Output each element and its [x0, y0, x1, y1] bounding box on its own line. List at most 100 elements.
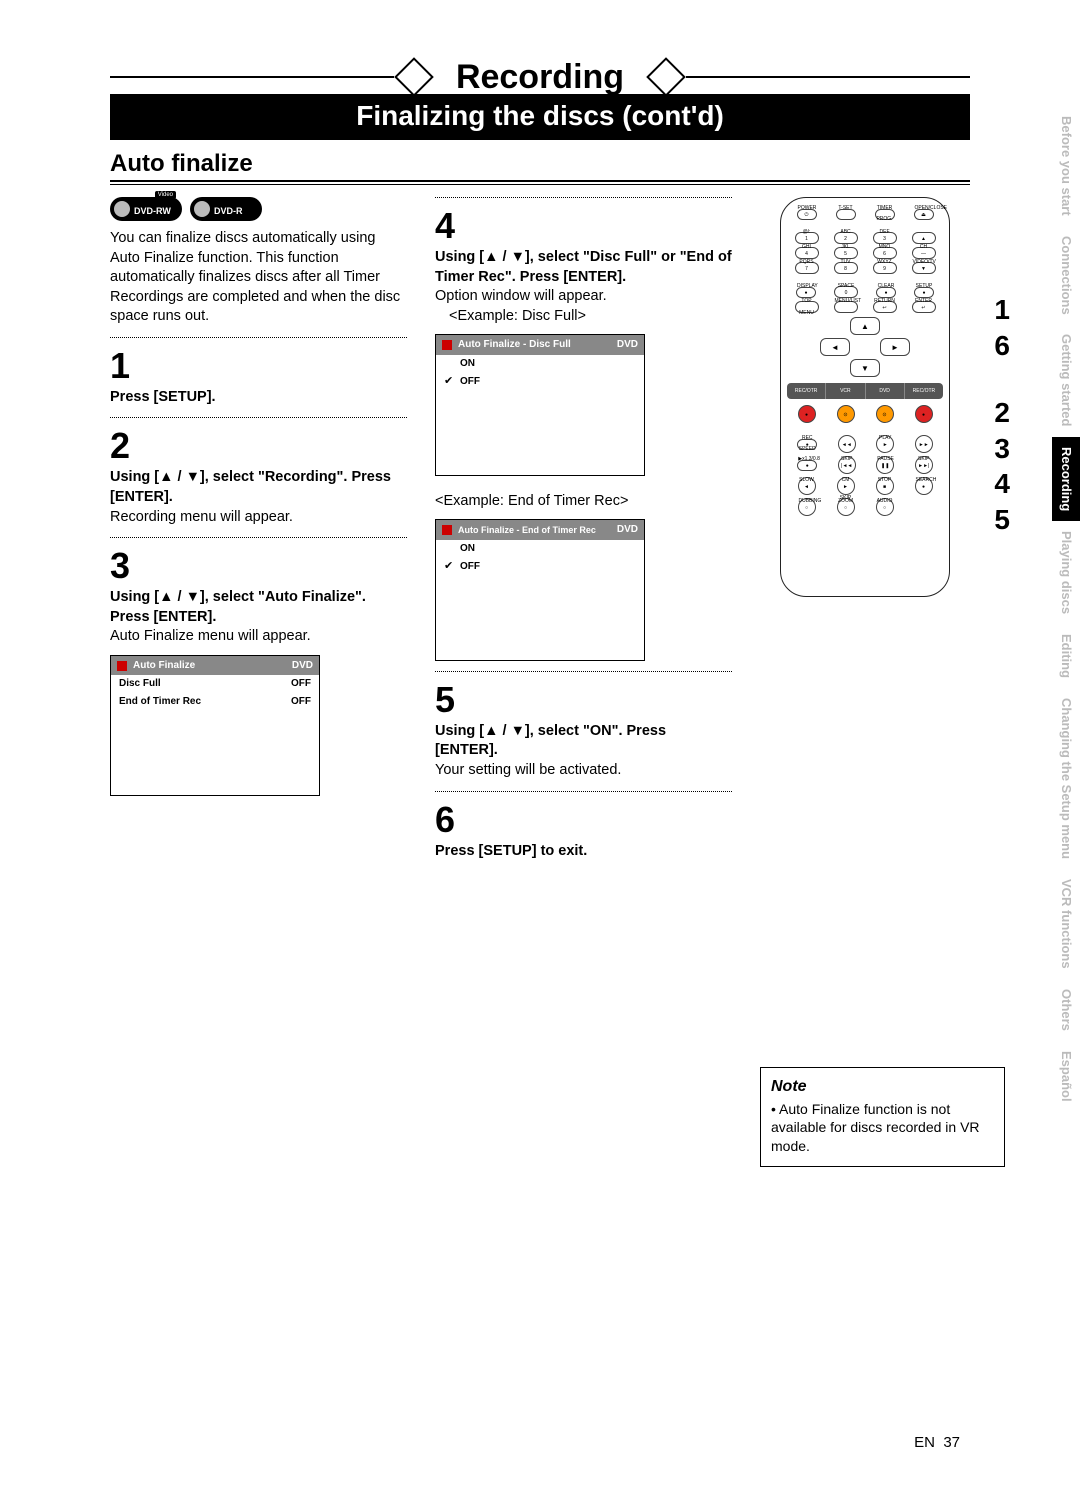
remote-label: RETURN — [874, 295, 896, 307]
col-left: Video You can finalize discs automatical… — [110, 197, 407, 1167]
remote-label: GHI — [796, 241, 818, 253]
osd-row-label: ON — [460, 357, 636, 371]
osd-row-label: End of Timer Rec — [119, 695, 291, 709]
osd-row: ON — [436, 540, 644, 558]
osd-row-value: OFF — [291, 695, 311, 709]
remote-dpad-right: ► — [880, 338, 910, 356]
tab-connections: Connections — [1052, 226, 1080, 325]
callout-3: 3 — [994, 432, 1010, 466]
divider — [110, 337, 407, 338]
remote-label: REC SPEED — [798, 433, 816, 455]
tab-before-you-start: Before you start — [1052, 106, 1080, 226]
remote-btn-rec2: ● — [915, 405, 933, 423]
remote-dpad-up: ▲ — [850, 317, 880, 335]
note-box: Note • Auto Finalize function is not ava… — [760, 1067, 1005, 1167]
remote-label: ABC — [835, 226, 857, 238]
badge-dvd-rw: Video — [110, 197, 182, 221]
remote-label: DEF — [874, 226, 896, 238]
divider — [435, 671, 732, 672]
remote-btn-dvd: ⊙ — [876, 405, 894, 423]
remote-label: CH — [913, 241, 935, 253]
remote-mode-rec: REC/OTR — [787, 383, 826, 399]
remote-dpad-down: ▼ — [850, 359, 880, 377]
tab-getting-started: Getting started — [1052, 324, 1080, 436]
remote-btn-top-menu: TOP MENU — [795, 301, 819, 313]
divider — [110, 537, 407, 538]
callout-4: 4 — [994, 467, 1010, 501]
remote-btn-rec1: ● — [798, 405, 816, 423]
step-4-caption1: <Example: Disc Full> — [435, 307, 732, 327]
osd-title-text: Auto Finalize — [133, 659, 195, 673]
tab-editing: Editing — [1052, 624, 1080, 688]
remote-btn-ch-down: VIDEO/TV▼ — [912, 262, 936, 274]
remote-label: VIDEO/TV — [913, 256, 935, 268]
osd-check: ✔ — [444, 374, 456, 389]
sub-title: Finalizing the discs (cont'd) — [110, 94, 970, 140]
remote-btn-dubbing: DUBBING○ — [798, 498, 816, 516]
remote-btn-enter: ↵ENTER — [912, 301, 936, 313]
osd-dvd-label: DVD — [292, 659, 313, 673]
osd-row: ✔ OFF — [436, 372, 644, 391]
remote-btn-audio: AUDIO○ — [876, 498, 894, 516]
osd-row-label: OFF — [460, 375, 636, 389]
side-tabs: Before you start Connections Getting sta… — [1052, 106, 1080, 1111]
remote-btn-return: ↩RETURN — [873, 301, 897, 313]
osd-row: ✔ OFF — [436, 557, 644, 576]
remote-btn-vcr: ⊙ — [837, 405, 855, 423]
osd-end-timer: Auto Finalize - End of Timer Rec DVD ON … — [435, 519, 645, 661]
remote-dpad: ▲ ▼ ◄ ► — [820, 317, 910, 377]
remote-label: SKIP — [916, 450, 932, 468]
osd-title-text: Auto Finalize - End of Timer Rec — [458, 524, 596, 536]
remote-label: PQRS — [796, 256, 818, 268]
step-2-num: 2 — [110, 428, 407, 464]
remote-label: MENU/LIST — [835, 295, 857, 307]
remote-btn-power: POWER⏻ — [797, 209, 817, 220]
remote-btn-8: TUV8 — [834, 262, 858, 274]
remote-label: ZOOM — [838, 492, 854, 510]
callout-1: 1 — [994, 293, 1010, 327]
tab-espanol: Español — [1052, 1041, 1080, 1112]
main-title: Recording — [434, 58, 646, 97]
osd-row: End of Timer Rec OFF — [111, 693, 319, 711]
remote-btn-9: WXYZ9 — [873, 262, 897, 274]
note-text: • Auto Finalize function is not availabl… — [771, 1100, 994, 1157]
remote-btn-open-close: OPEN/CLOSE⏏ — [914, 209, 934, 220]
step-4-instruction: Using [▲ / ▼], select "Disc Full" or "En… — [435, 248, 732, 287]
remote-btn-7: PQRS7 — [795, 262, 819, 274]
remote-label: TOP MENU — [796, 295, 818, 319]
step-5-text: Your setting will be activated. — [435, 761, 732, 781]
osd-row-value: OFF — [291, 677, 311, 691]
step-1-num: 1 — [110, 348, 407, 384]
remote-btn-search: SEARCH● — [915, 477, 933, 495]
osd-row-label: ON — [460, 542, 636, 556]
osd-icon — [442, 525, 452, 535]
remote-label: CLEAR — [877, 281, 895, 292]
remote-mode-bar: REC/OTR VCR DVD REC/OTR — [787, 383, 943, 399]
remote-label: MNO — [874, 241, 896, 253]
remote-label: TUV — [835, 256, 857, 268]
banner-diamond-right — [646, 60, 686, 94]
tab-changing-setup: Changing the Setup menu — [1052, 688, 1080, 869]
step-3-instruction: Using [▲ / ▼], select "Auto Finalize". P… — [110, 588, 407, 627]
col-middle: 4 Using [▲ / ▼], select "Disc Full" or "… — [435, 197, 732, 1167]
note-title: Note — [771, 1076, 994, 1098]
remote-btn-x13: ▶x1.3/0.8● — [797, 460, 817, 471]
tab-vcr-functions: VCR functions — [1052, 869, 1080, 979]
remote-label: SLOW — [799, 471, 815, 489]
remote-label: PLAY — [877, 429, 893, 447]
remote-label: @/: — [796, 226, 818, 238]
col-remote: POWER⏻ T-SET TIMER PROG. OPEN/CLOSE⏏ @/:… — [760, 197, 970, 1167]
remote-label: ▶x1.3/0.8 — [798, 454, 816, 465]
remote-label: DUBBING — [799, 492, 815, 510]
step-3-text: Auto Finalize menu will appear. — [110, 627, 407, 647]
remote-label: JKL — [835, 241, 857, 253]
remote-btn-menu-list: MENU/LIST — [834, 301, 858, 313]
remote-btn-timer-prog: TIMER PROG. — [875, 209, 895, 220]
step-5-num: 5 — [435, 682, 732, 718]
remote-label: POWER — [798, 203, 816, 214]
remote-label: WXYZ — [874, 256, 896, 268]
remote-label: OPEN/CLOSE — [915, 203, 933, 214]
step-3-num: 3 — [110, 548, 407, 584]
remote-label: AUDIO — [877, 492, 893, 510]
osd-icon — [117, 661, 127, 671]
